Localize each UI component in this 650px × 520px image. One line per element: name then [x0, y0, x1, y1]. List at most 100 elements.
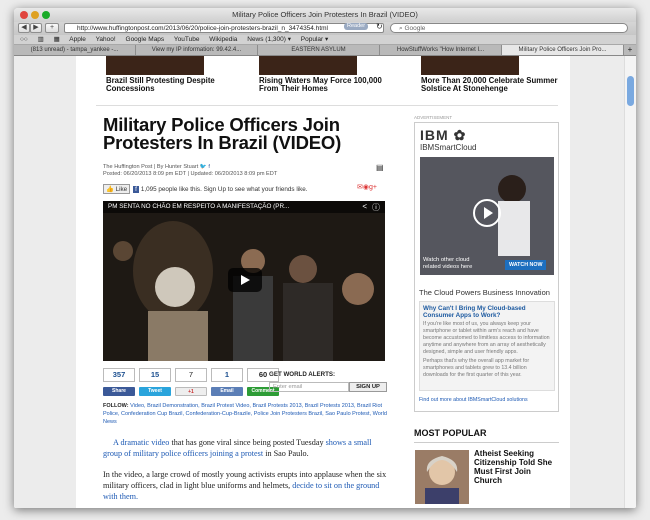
bookmarks-bar: ○○ ▥ ▦ Apple Yahoo! Google Maps YouTube … — [14, 35, 636, 45]
bookmark-wikipedia[interactable]: Wikipedia — [209, 36, 237, 43]
ad-watch-text: Watch other cloud related videos here — [423, 257, 473, 270]
facebook-icon[interactable]: f — [208, 164, 210, 170]
tab-eastern-asylum[interactable]: EASTERN ASYLUM — [258, 45, 380, 55]
page-viewport: Brazil Still Protesting Despite Concessi… — [14, 56, 624, 508]
print-icon[interactable]: ▤ — [376, 163, 384, 172]
back-button[interactable]: ◀ — [18, 23, 30, 33]
bookmark-youtube[interactable]: YouTube — [174, 36, 200, 43]
thumbs-up-icon: 👍 — [106, 186, 114, 193]
follow-label: FOLLOW: — [103, 403, 129, 409]
play-button[interactable] — [228, 268, 262, 292]
share-icons[interactable]: ✉◉g+ — [357, 183, 377, 191]
divider — [96, 105, 558, 106]
most-popular-link[interactable]: Atheist Seeking Citizenship Told She Mus… — [474, 449, 559, 485]
bookmark-yahoo[interactable]: Yahoo! — [96, 36, 116, 43]
twitter-icon[interactable]: 🐦 — [200, 164, 207, 170]
ibm-advertisement[interactable]: IBM ✿ IBMSmartCloud Watch other cloud re… — [414, 122, 559, 412]
reading-list-icon[interactable]: ○○ — [20, 36, 28, 43]
reload-icon[interactable]: ↻ — [376, 22, 383, 31]
like-label: Like — [115, 186, 128, 193]
email-button[interactable]: Email — [211, 387, 243, 396]
bookmark-google-maps[interactable]: Google Maps — [126, 36, 165, 43]
search-field[interactable]: ⌕ Google — [390, 23, 628, 33]
portrait-image — [415, 450, 469, 504]
add-bookmark-button[interactable]: + — [45, 23, 59, 33]
reader-button[interactable]: Reader — [344, 23, 369, 30]
dramatic-video-link[interactable]: A dramatic video — [113, 438, 169, 447]
posted-date: Posted: 06/20/2013 8:09 pm EDT | Updated… — [103, 171, 278, 177]
info-icon[interactable]: ⓘ — [372, 202, 380, 213]
like-button[interactable]: 👍 Like — [103, 184, 131, 194]
scrollbar-thumb[interactable] — [627, 76, 634, 106]
email-label: Email — [220, 388, 234, 394]
ad-box-text: Perhaps that's why the overall app marke… — [423, 358, 530, 378]
share-label: Share — [112, 388, 126, 394]
top-story-link[interactable]: More Than 20,000 Celebrate Summer Solsti… — [421, 77, 561, 93]
forward-button[interactable]: ▶ — [30, 23, 42, 33]
facebook-share-button[interactable]: Share — [103, 387, 135, 396]
bookmarks-icon[interactable]: ▥ — [38, 36, 44, 43]
top-sites-icon[interactable]: ▦ — [54, 36, 60, 43]
toolbar: ◀ ▶ + http://www.huffingtonpost.com/2013… — [14, 22, 636, 35]
share-count: 357 — [103, 368, 135, 382]
body-text: that has gone viral since being posted T… — [169, 438, 326, 447]
tab-howstuffworks[interactable]: HowStuffWorks "How Internet I... — [380, 45, 502, 55]
bookmark-news[interactable]: News (1,300) ▾ — [247, 36, 291, 43]
fb-text: 1,095 people like this. Sign Up to see w… — [140, 186, 308, 193]
ad-headline: The Cloud Powers Business Innovation — [419, 288, 550, 297]
signup-button[interactable]: SIGN UP — [349, 382, 387, 392]
tab-mail[interactable]: (813 unread) - tampa_yankee -... — [14, 45, 136, 55]
ad-label: ADVERTISEMENT — [414, 115, 453, 120]
search-placeholder: Google — [404, 25, 426, 32]
share-icon[interactable]: < — [362, 202, 367, 211]
scrollbar[interactable] — [624, 56, 636, 508]
bookmark-popular[interactable]: Popular ▾ — [301, 36, 328, 43]
browser-window: Military Police Officers Join Protesters… — [14, 8, 636, 508]
top-story-link[interactable]: Brazil Still Protesting Despite Concessi… — [106, 77, 246, 93]
close-window-button[interactable] — [20, 11, 28, 19]
top-story-image[interactable] — [259, 56, 357, 75]
email-input[interactable]: Enter email — [269, 382, 349, 392]
ad-box-title[interactable]: Why Can't I Bring My Cloud-based Consume… — [423, 305, 551, 319]
follow-tags: FOLLOW: Video, Brazil Demonstration, Bra… — [103, 403, 388, 426]
ad-play-icon[interactable] — [473, 199, 501, 227]
zoom-window-button[interactable] — [42, 11, 50, 19]
video-player[interactable]: PM SENTA NO CHÃO EM RESPEITO A MANIFESTA… — [103, 201, 385, 361]
top-story-link[interactable]: Rising Waters May Force 100,000 From The… — [259, 77, 399, 93]
new-tab-button[interactable]: + — [624, 45, 636, 55]
bookmark-apple[interactable]: Apple — [69, 36, 86, 43]
watch-now-button[interactable]: WATCH NOW — [505, 260, 547, 270]
ibm-logo: IBM ✿ — [420, 127, 466, 144]
address-bar[interactable]: http://www.huffingtonpost.com/2013/06/20… — [64, 23, 384, 33]
ad-find-out-link[interactable]: Find out more about IBMSmartCloud soluti… — [419, 397, 528, 403]
facebook-like-bar: 👍 Like f 1,095 people like this. Sign Up t… — [103, 184, 308, 194]
google-plus-button[interactable]: +1 — [175, 387, 207, 396]
title-bar: Military Police Officers Join Protesters… — [14, 8, 636, 22]
tweet-button[interactable]: Tweet — [139, 387, 171, 396]
minimize-window-button[interactable] — [31, 11, 39, 19]
body-paragraph: In the video, a large crowd of mostly yo… — [103, 469, 388, 502]
ibm-logo-text: IBM — [420, 127, 449, 143]
most-popular-image[interactable] — [415, 450, 469, 504]
ad-product: IBMSmartCloud — [420, 143, 477, 152]
byline-text: The Huffington Post | By Hunter Stuart — [103, 164, 199, 170]
tab-ip-info[interactable]: View my IP information: 99.42.4... — [136, 45, 258, 55]
ad-video[interactable]: Watch other cloud related videos here WA… — [420, 157, 554, 275]
facebook-icon: f — [133, 186, 139, 193]
tweet-label: Tweet — [148, 388, 162, 394]
email-count: 1 — [211, 368, 243, 382]
tab-current-article[interactable]: Military Police Officers Join Pro... — [502, 45, 624, 55]
body-text: in Sao Paulo. — [263, 449, 309, 458]
video-title-bar: PM SENTA NO CHÃO EM RESPEITO A MANIFESTA… — [103, 201, 385, 213]
ad-article-box: Why Can't I Bring My Cloud-based Consume… — [419, 301, 555, 391]
url-text: http://www.huffingtonpost.com/2013/06/20… — [77, 25, 329, 32]
follow-links[interactable]: Video, Brazil Demonstration, Brazil Prot… — [103, 403, 387, 425]
top-story-image[interactable] — [106, 56, 204, 75]
tab-bar: (813 unread) - tampa_yankee -... View my… — [14, 45, 636, 56]
tweet-count: 15 — [139, 368, 171, 382]
most-popular-title: MOST POPULAR — [414, 428, 487, 438]
top-story-image[interactable] — [421, 56, 519, 75]
body-paragraph: A dramatic video that has gone viral sin… — [103, 437, 388, 459]
alerts-label: GET WORLD ALERTS: — [269, 371, 336, 378]
plusone-label: +1 — [188, 389, 194, 395]
